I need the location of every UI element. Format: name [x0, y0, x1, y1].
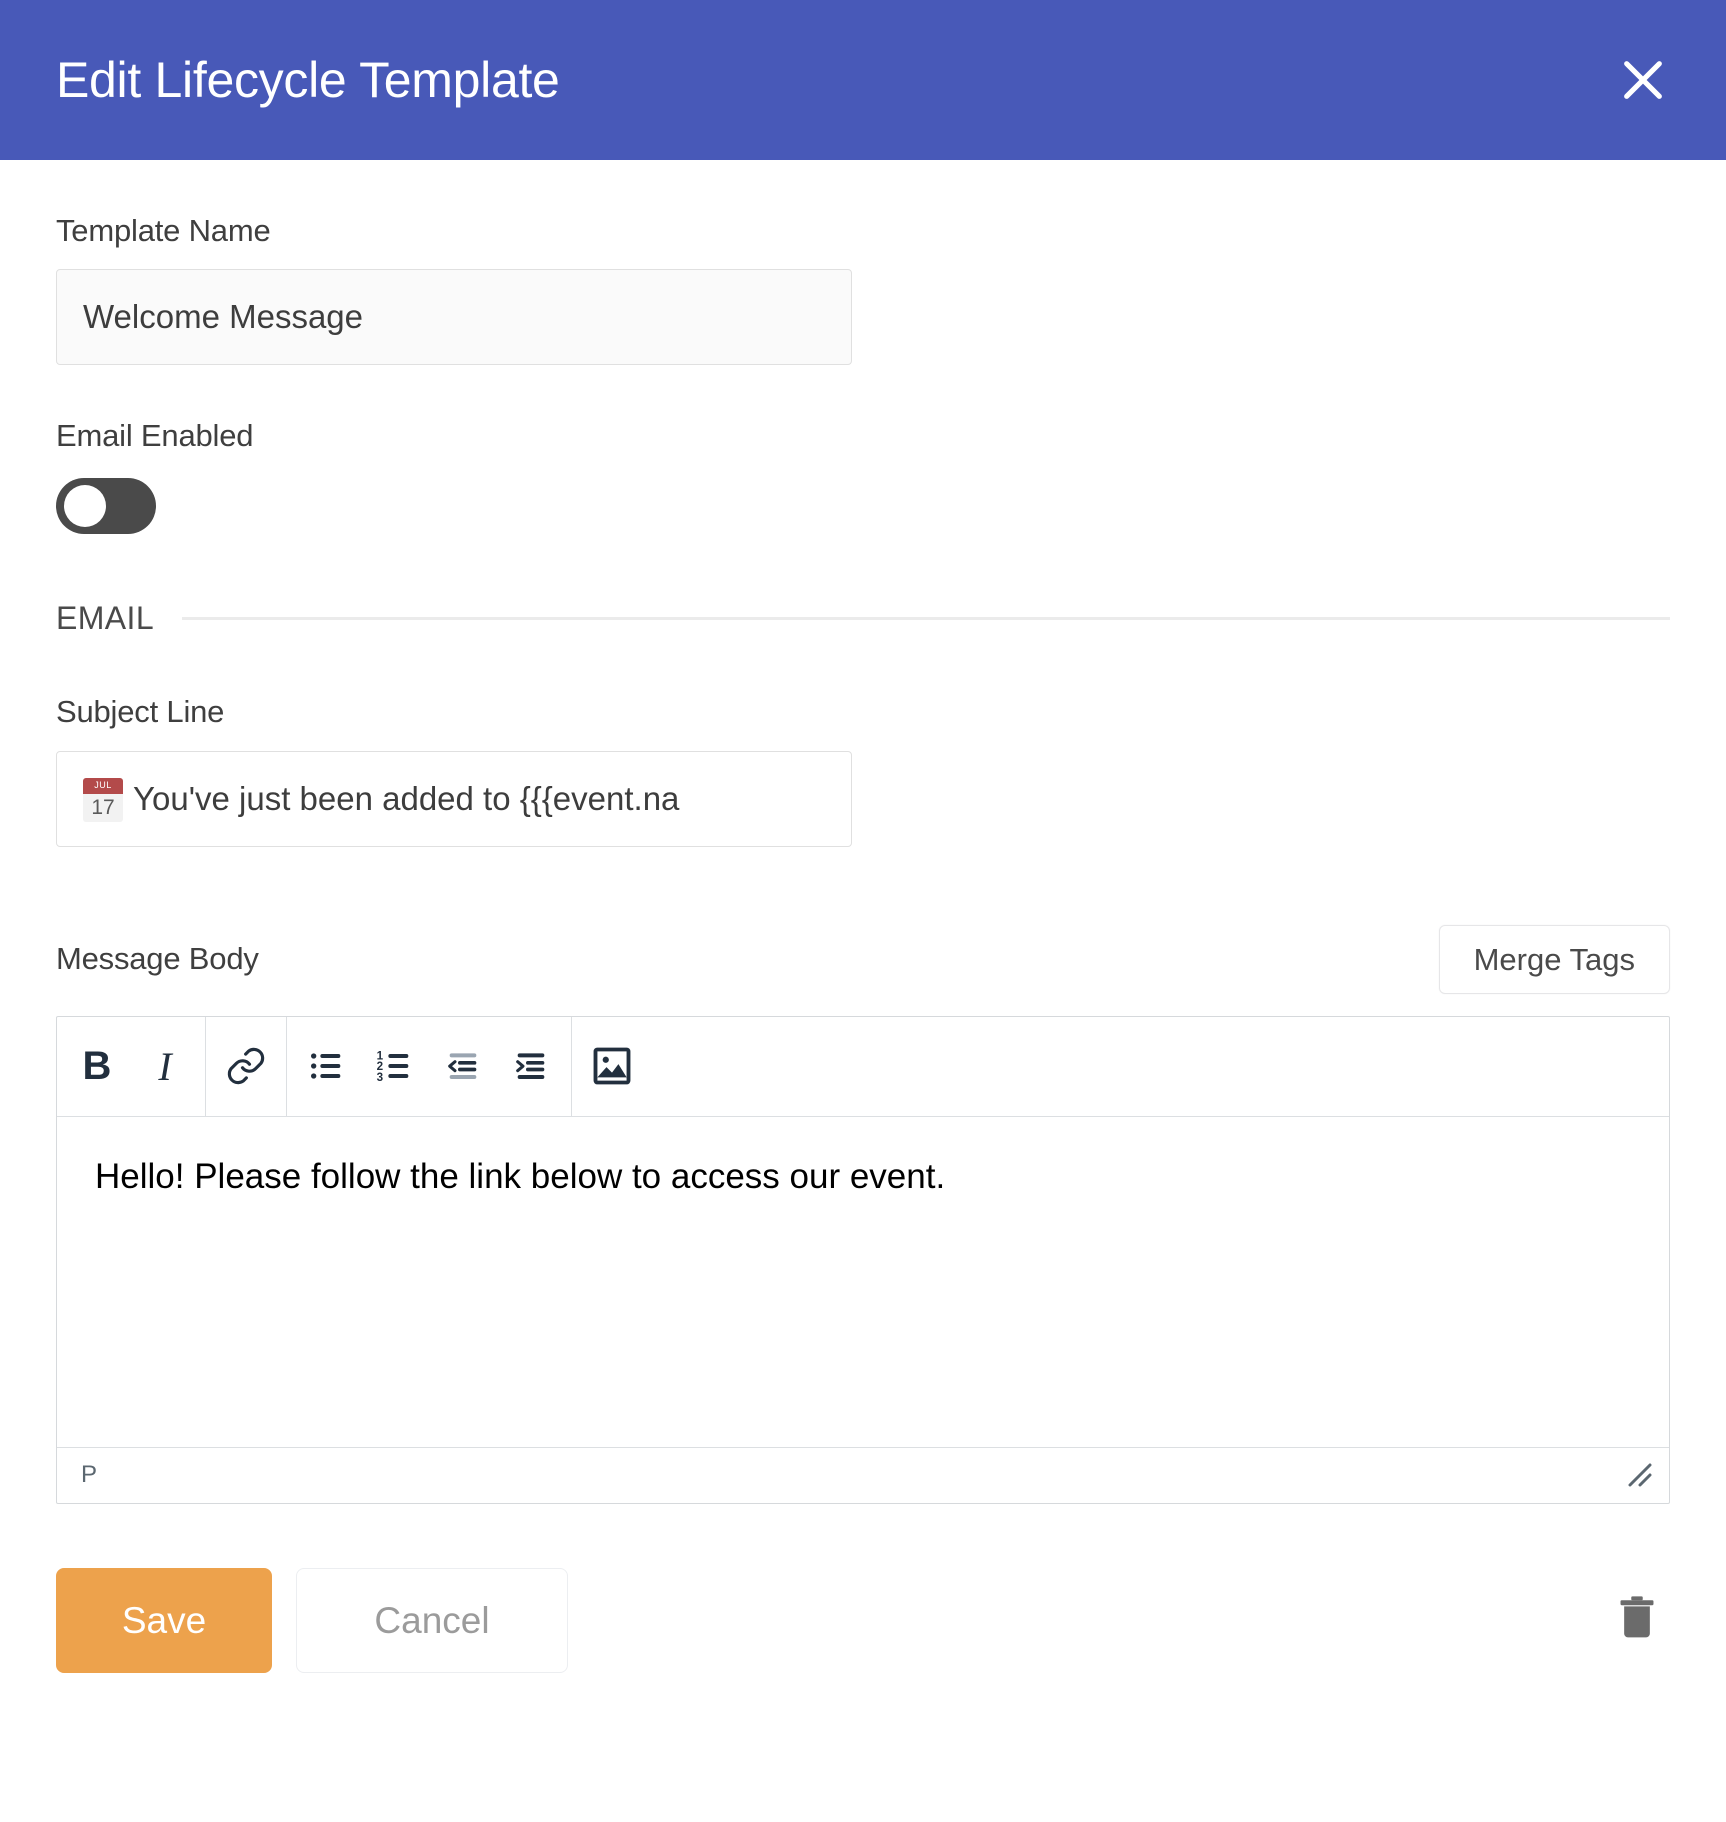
template-name-label: Template Name	[56, 213, 271, 248]
page-title: Edit Lifecycle Template	[56, 52, 560, 108]
italic-button[interactable]: I	[131, 1016, 199, 1116]
link-icon	[225, 1045, 267, 1087]
editor-resize-handle[interactable]	[1625, 1460, 1655, 1490]
template-name-input[interactable]: Welcome Message	[56, 269, 852, 366]
rich-text-editor: B I 1 2 3 Hello! Please follow the link …	[56, 1015, 1670, 1504]
divider-line	[182, 617, 1670, 621]
email-enabled-field-group: Email Enabled	[56, 417, 1670, 535]
trash-icon	[1614, 1593, 1660, 1648]
calendar-emoji-day: 17	[91, 795, 115, 819]
editor-element-path: P	[81, 1461, 98, 1489]
delete-template-button[interactable]	[1604, 1587, 1670, 1653]
outdent-icon	[443, 1046, 483, 1086]
subject-line-input[interactable]: JUL 17 You've just been added to {{{even…	[56, 750, 852, 847]
indent-icon	[511, 1046, 551, 1086]
numbered-list-button[interactable]: 1 2 3	[361, 1016, 429, 1116]
template-name-field-group: Template Name Welcome Message	[56, 212, 1670, 366]
modal-body: Template Name Welcome Message Email Enab…	[0, 160, 1726, 1504]
message-body-editor[interactable]: Hello! Please follow the link below to a…	[57, 1117, 1669, 1447]
save-button[interactable]: Save	[56, 1567, 272, 1673]
image-icon	[590, 1044, 634, 1088]
toggle-knob	[64, 485, 106, 528]
email-section-title: EMAIL	[56, 600, 155, 637]
close-x-icon	[1615, 52, 1671, 108]
editor-toolbar: B I 1 2 3	[57, 1016, 1669, 1117]
svg-text:3: 3	[377, 1071, 384, 1084]
subject-line-field-group: Subject Line JUL 17 You've just been add…	[56, 693, 1670, 847]
subject-line-text: You've just been added to {{{event.na	[133, 779, 680, 817]
email-section-divider: EMAIL	[56, 600, 1670, 637]
numbered-list-icon: 1 2 3	[375, 1046, 415, 1086]
outdent-button[interactable]	[429, 1016, 497, 1116]
toolbar-group-insert	[572, 1017, 652, 1116]
bullet-list-button[interactable]	[293, 1016, 361, 1116]
link-button[interactable]	[212, 1016, 280, 1116]
insert-image-button[interactable]	[578, 1016, 646, 1116]
calendar-emoji-icon: JUL 17	[83, 777, 123, 822]
email-enabled-toggle[interactable]	[56, 478, 156, 535]
cancel-button[interactable]: Cancel	[296, 1567, 568, 1673]
bold-button[interactable]: B	[63, 1016, 131, 1116]
toolbar-group-link	[206, 1016, 287, 1116]
close-button[interactable]	[1608, 45, 1678, 115]
modal-footer: Save Cancel	[0, 1567, 1726, 1673]
toolbar-group-lists: 1 2 3	[287, 1016, 572, 1116]
message-body-label: Message Body	[56, 941, 259, 977]
merge-tags-button[interactable]: Merge Tags	[1438, 924, 1670, 994]
editor-status-bar: P	[57, 1446, 1669, 1503]
bullet-list-icon	[307, 1046, 347, 1086]
calendar-emoji-month: JUL	[94, 779, 112, 790]
email-enabled-label: Email Enabled	[56, 418, 254, 454]
footer-actions: Save Cancel	[56, 1567, 568, 1673]
modal-header: Edit Lifecycle Template	[0, 0, 1726, 160]
subject-line-label: Subject Line	[56, 694, 225, 730]
indent-button[interactable]	[497, 1016, 565, 1116]
toolbar-group-format: B I	[57, 1016, 206, 1116]
message-body-header: Message Body Merge Tags	[56, 924, 1670, 994]
